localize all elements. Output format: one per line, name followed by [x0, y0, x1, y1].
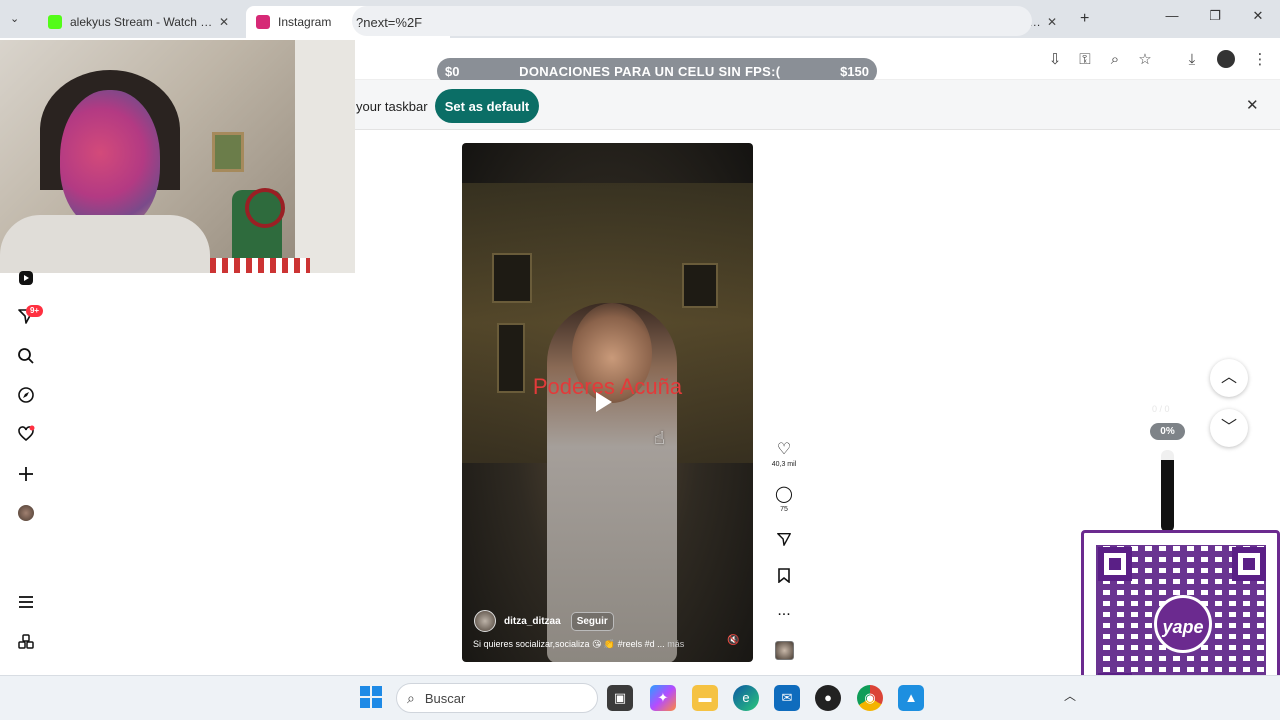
heart-icon[interactable]: ♡ — [770, 441, 798, 459]
start-button[interactable] — [360, 686, 382, 708]
file-explorer-icon[interactable]: ▬ — [692, 685, 718, 711]
progress-fill — [1161, 459, 1174, 532]
author-username[interactable]: ditza_ditzaa — [504, 616, 561, 627]
address-bar[interactable] — [352, 6, 1032, 36]
machine-wheel — [245, 188, 285, 228]
profile-avatar[interactable] — [16, 503, 36, 523]
obs-icon[interactable]: ● — [815, 685, 841, 711]
next-reel-button[interactable]: ﹀ — [1210, 409, 1248, 447]
progress-label: 0% — [1150, 423, 1185, 440]
copilot-icon[interactable]: ✦ — [650, 685, 676, 711]
tab-title: alekyus Stream - Watch Live — [70, 15, 216, 29]
mute-icon[interactable]: 🔇 — [727, 635, 741, 649]
save-action[interactable] — [770, 568, 798, 586]
chevron-up-icon[interactable]: ︿ — [1064, 687, 1076, 704]
password-key-icon[interactable]: ⚿ — [1075, 50, 1095, 70]
minimize-button[interactable]: — — [1158, 8, 1186, 30]
author-avatar[interactable] — [474, 610, 496, 632]
page-fraction: 0 / 0 — [1152, 404, 1170, 414]
like-count: 40,3 mil — [771, 461, 797, 468]
tab-1[interactable]: alekyus Stream - Watch Live ✕ — [38, 6, 242, 38]
reel-author: ditza_ditzaa Seguir — [474, 610, 614, 632]
notifications-heart-icon[interactable] — [16, 424, 36, 444]
outlook-icon[interactable]: ✉ — [774, 685, 800, 711]
kick-icon — [48, 15, 62, 29]
taskbar-search[interactable]: ⌕ Buscar — [396, 683, 598, 713]
browser-menu-icon[interactable]: ⋮ — [1250, 50, 1270, 70]
qr-finder — [1098, 547, 1132, 581]
edge-icon[interactable]: e — [733, 685, 759, 711]
threads-apps-icon[interactable] — [16, 632, 36, 652]
comment-action[interactable]: ◯ 75 — [770, 486, 798, 513]
play-icon[interactable] — [596, 392, 612, 412]
install-app-icon[interactable]: ⇩ — [1045, 50, 1065, 70]
previous-reel-button[interactable]: ︿ — [1210, 359, 1248, 397]
notification-badge: 9+ — [26, 305, 43, 317]
zoom-icon[interactable]: ⌕ — [1105, 50, 1125, 70]
reel-caption: Si quieres socializar,socializa 😘 👏 #ree… — [473, 639, 733, 650]
building-window — [492, 253, 532, 303]
caption-more-link[interactable]: más — [667, 639, 684, 649]
task-view-icon[interactable]: ▣ — [607, 685, 633, 711]
webcam-overlay — [0, 40, 355, 273]
comment-icon[interactable]: ◯ — [770, 486, 798, 504]
downloads-icon[interactable]: ⤓ — [1182, 50, 1202, 70]
maximize-button[interactable]: ❐ — [1201, 8, 1229, 30]
photos-icon[interactable]: ▲ — [898, 685, 924, 711]
building-window — [682, 263, 718, 308]
set-as-default-button[interactable]: Set as default — [435, 89, 539, 123]
close-window-button[interactable]: ✕ — [1244, 8, 1272, 30]
streamer-shirt — [0, 215, 210, 273]
caption-text: Si quieres socializar,socializa 😘 👏 #ree… — [473, 639, 665, 649]
tab-search-dropdown[interactable]: ⌄ — [10, 12, 19, 25]
more-options-action[interactable]: ... — [770, 602, 798, 620]
donation-min: $0 — [445, 63, 460, 79]
donation-text: DONACIONES PARA UN CELU SIN FPS:( — [519, 63, 781, 79]
checkered-table — [210, 258, 310, 273]
comment-count: 75 — [780, 506, 788, 513]
instagram-icon — [256, 15, 270, 29]
reel-video[interactable]: Poderes Acuña ditza_ditzaa Seguir Si qui… — [462, 143, 753, 662]
progress-track — [1161, 450, 1174, 532]
explore-compass-icon[interactable] — [16, 385, 36, 405]
search-icon[interactable] — [16, 346, 36, 366]
streamer-face — [60, 90, 160, 230]
audio-thumbnail[interactable] — [775, 641, 794, 660]
share-action[interactable] — [770, 531, 798, 549]
windows-taskbar — [0, 675, 1280, 720]
qr-finder — [1232, 547, 1266, 581]
like-action[interactable]: ♡ 40,3 mil — [770, 441, 798, 468]
wall-picture — [212, 132, 244, 172]
profile-avatar[interactable] — [1216, 50, 1236, 70]
search-icon: ⌕ — [407, 689, 415, 706]
close-tab-icon[interactable]: ✕ — [216, 15, 232, 29]
background-shelf — [295, 40, 355, 273]
taskbar-search-placeholder: Buscar — [424, 690, 466, 706]
share-icon[interactable] — [770, 531, 798, 549]
more-options-icon[interactable]: ... — [770, 602, 798, 620]
default-bar-text: your taskbar — [356, 99, 428, 114]
chrome-icon[interactable]: ◉ — [857, 685, 883, 711]
more-menu-icon[interactable] — [16, 592, 36, 612]
close-tab-icon[interactable]: ✕ — [1044, 15, 1060, 29]
create-plus-icon[interactable] — [16, 464, 36, 484]
follow-button[interactable]: Seguir — [570, 611, 614, 631]
new-tab-button[interactable]: + — [1080, 10, 1089, 28]
donation-max: $150 — [840, 63, 869, 79]
bookmark-icon[interactable] — [770, 568, 798, 586]
yape-logo: yape — [1154, 595, 1212, 653]
mouse-cursor: ☝ — [654, 428, 665, 448]
reels-icon[interactable] — [16, 268, 36, 288]
bookmark-star-icon[interactable]: ☆ — [1135, 50, 1155, 70]
url-text[interactable]: ?next=%2F — [356, 15, 422, 30]
close-icon[interactable]: ✕ — [1246, 96, 1259, 114]
